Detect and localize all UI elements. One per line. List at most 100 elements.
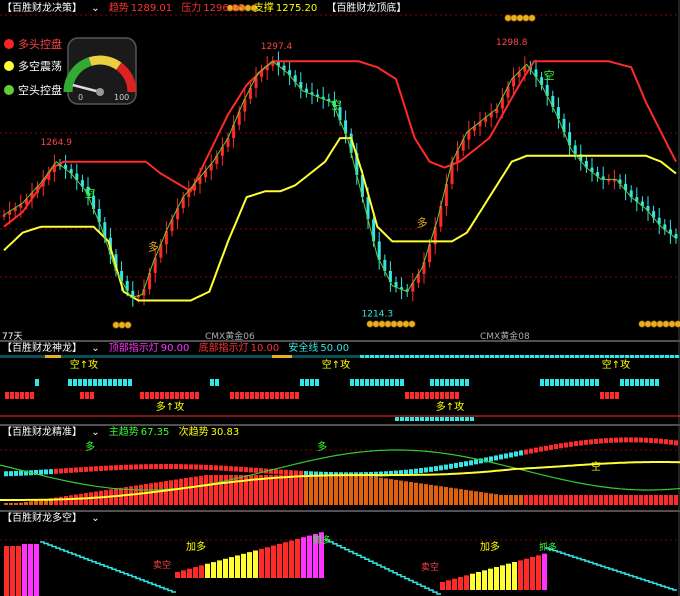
trend-fill-bar xyxy=(419,483,423,505)
trend-block xyxy=(99,465,103,471)
trend-block xyxy=(444,464,448,470)
trend-block xyxy=(574,441,578,447)
top-indicator-block xyxy=(123,379,127,386)
safe-segment xyxy=(465,355,469,358)
coin-icon xyxy=(522,14,530,22)
trend-block xyxy=(449,463,453,469)
long-short-header: 【百胜财龙多空】 ⌄ xyxy=(2,513,106,525)
bottom-indicator-block xyxy=(245,392,249,399)
trend-fill-bar xyxy=(504,495,508,505)
bottom-indicator-block xyxy=(190,392,194,399)
trend-block xyxy=(624,437,628,443)
trend-fill-bar xyxy=(599,495,603,505)
long-short-bar xyxy=(518,560,523,590)
bottom-indicator-block xyxy=(165,392,169,399)
sub-trend-label: 次趋势 xyxy=(178,427,209,438)
trend-block xyxy=(164,463,168,469)
top-indicator-block xyxy=(455,379,459,386)
chevron-down-icon[interactable]: ⌄ xyxy=(91,513,99,524)
bottom-indicator-block xyxy=(230,392,234,399)
top-indicator-block xyxy=(460,379,464,386)
bottom-cyan-block xyxy=(470,417,474,421)
top-indicator-block xyxy=(118,379,122,386)
precision-title[interactable]: 【百胜财龙精准】 xyxy=(2,427,82,438)
trend-block xyxy=(639,437,643,443)
coin-icon xyxy=(644,320,652,328)
trend-fill-bar xyxy=(364,475,368,505)
long-short-bar xyxy=(446,580,451,590)
dragon-panel[interactable]: 空↑攻 空↑攻 空↑攻多↑攻 多↑攻 xyxy=(0,355,680,421)
trend-fill-bar xyxy=(674,495,678,505)
long-short-bar xyxy=(247,552,252,578)
long-short-title[interactable]: 【百胜财龙多空】 xyxy=(2,513,82,524)
trend-fill-bar xyxy=(149,483,153,505)
chevron-down-icon[interactable]: ⌄ xyxy=(91,427,99,438)
safe-segment xyxy=(400,355,404,358)
trend-fill-bar xyxy=(9,503,13,505)
trend-fill-bar xyxy=(304,475,308,505)
decision-title[interactable]: 【百胜财龙决策】 xyxy=(2,3,82,14)
chart-canvas[interactable]: 1264.91297.41214.31298.8空多空多空 空↑攻 空↑攻 空↑攻多… xyxy=(0,0,680,596)
safe-segment xyxy=(505,355,509,358)
trend-fill-bar xyxy=(194,476,198,505)
top-indicator-block xyxy=(650,379,654,386)
long-short-bar xyxy=(199,565,204,578)
trend-block xyxy=(564,442,568,448)
long-short-bar xyxy=(536,555,541,590)
trend-fill-bar xyxy=(619,495,623,505)
bottom-indicator-block xyxy=(170,392,174,399)
safe-segment xyxy=(480,355,484,358)
trend-fill-bar xyxy=(179,478,183,505)
top-bottom-title[interactable]: 【百胜财龙顶底】 xyxy=(326,3,406,14)
trend-fill-bar xyxy=(239,475,243,505)
safe-segment xyxy=(395,355,399,358)
trend-fill-bar xyxy=(154,482,158,505)
chevron-down-icon[interactable]: ⌄ xyxy=(91,343,99,354)
top-indicator-block xyxy=(580,379,584,386)
trend-fill-bar xyxy=(424,484,428,505)
trend-block xyxy=(459,462,463,468)
gauge-hub xyxy=(96,88,104,96)
bottom-indicator-block xyxy=(455,392,459,399)
trend-block xyxy=(84,466,88,472)
yellow-dot-icon xyxy=(4,61,14,71)
dragon-title[interactable]: 【百胜财龙神龙】 xyxy=(2,343,82,354)
coin-icon xyxy=(390,320,398,328)
trend-fill-bar xyxy=(349,475,353,505)
trend-fill-bar xyxy=(394,479,398,505)
trend-block xyxy=(179,464,183,470)
trend-block xyxy=(69,467,73,473)
green-dot-icon xyxy=(4,85,14,95)
top-indicator-block xyxy=(360,379,364,386)
trend-block xyxy=(534,447,538,453)
long-short-bar xyxy=(181,570,186,578)
long-short-bar xyxy=(512,562,517,590)
safe-segment xyxy=(470,355,474,358)
top-indicator-block xyxy=(595,379,599,386)
trend-fill-bar xyxy=(519,495,523,505)
long-short-bar xyxy=(211,562,216,578)
coin-icon xyxy=(650,320,658,328)
trend-block xyxy=(644,437,648,443)
top-indicator-block xyxy=(310,379,314,386)
bottom-cyan-block xyxy=(430,417,434,421)
trend-fill-bar xyxy=(544,495,548,505)
safe-segment xyxy=(635,355,639,358)
long-short-bar xyxy=(241,553,246,578)
decision-header: 【百胜财龙决策】 ⌄ 趋势 1289.01 压力 1296.95 支撑 1275.20… xyxy=(2,3,412,15)
chevron-down-icon[interactable]: ⌄ xyxy=(91,3,99,14)
long-short-panel[interactable]: 卖空 加多 抓多卖空 加多 抓多 xyxy=(4,532,677,596)
trend-fill-bar xyxy=(19,502,23,505)
trend-block xyxy=(509,452,513,458)
safe-segment xyxy=(420,355,424,358)
bottom-indicator-block xyxy=(430,392,434,399)
long-short-bar xyxy=(494,567,499,590)
trend-block xyxy=(554,444,558,450)
long-short-bar xyxy=(253,550,258,578)
trend-block xyxy=(604,438,608,444)
trend-block xyxy=(134,464,138,470)
trend-fill-bar xyxy=(4,503,8,505)
precision-panel[interactable]: 多 多空 xyxy=(0,437,680,505)
price-annotation: 多 xyxy=(417,216,428,230)
trend-fill-bar xyxy=(534,495,538,505)
